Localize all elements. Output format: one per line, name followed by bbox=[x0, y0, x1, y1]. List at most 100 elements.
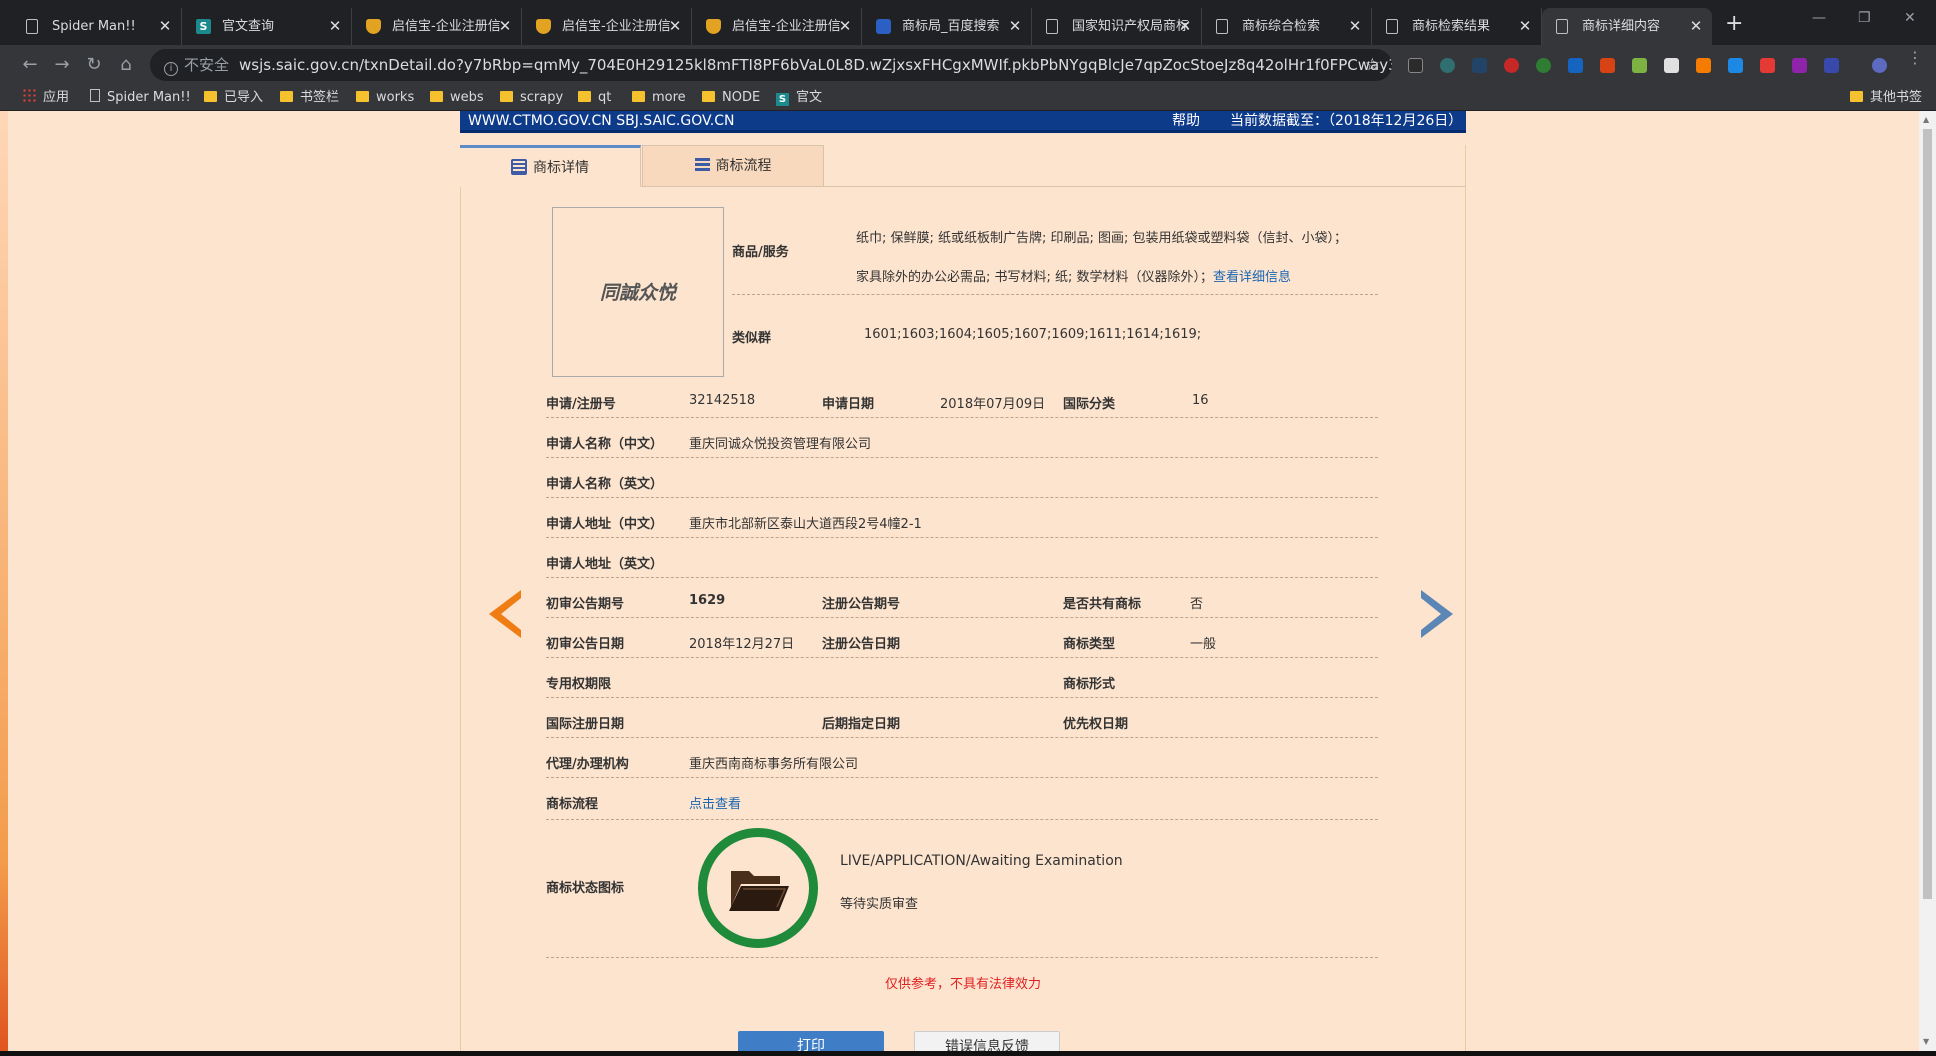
extension-icon[interactable] bbox=[1760, 58, 1775, 73]
bookmark-label: 已导入 bbox=[224, 90, 264, 105]
error-report-button[interactable]: 错误信息反馈 bbox=[914, 1031, 1060, 1051]
bookmark-folder[interactable]: 已导入 bbox=[204, 85, 263, 111]
shield-icon bbox=[706, 19, 721, 34]
restore-icon[interactable]: ❐ bbox=[1858, 10, 1871, 26]
page-viewport: 中 商 中 商 标 中 商 商 标 中 国 中 国 商 标 WWW.CTMO.G… bbox=[8, 111, 1919, 1051]
bookmark-item[interactable]: Spider Man!! bbox=[90, 85, 191, 111]
data-date: 当前数据截至：（2018年12月26日） bbox=[1230, 113, 1463, 129]
help-link[interactable]: 帮助 bbox=[1172, 111, 1200, 131]
folder-icon bbox=[204, 91, 217, 102]
tab-trademark-flow[interactable]: 商标流程 bbox=[642, 145, 824, 187]
folder-icon bbox=[702, 91, 715, 102]
previous-arrow-icon[interactable] bbox=[489, 590, 521, 638]
forward-icon[interactable]: → bbox=[50, 53, 74, 77]
extension-icon[interactable] bbox=[1440, 58, 1455, 73]
bookmark-label: 应用 bbox=[43, 90, 70, 105]
next-arrow-icon[interactable] bbox=[1421, 590, 1453, 638]
goods-list: 纸巾; 保鲜膜; 纸或纸板制广告牌; 印刷品; 图画; 包装用纸袋或塑料袋（信封… bbox=[856, 219, 1376, 297]
shared-label: 是否共有商标 bbox=[1063, 597, 1142, 612]
bookmark-folder[interactable]: NODE bbox=[702, 85, 760, 111]
close-tab-icon[interactable]: ✕ bbox=[1688, 8, 1704, 45]
extension-icon[interactable] bbox=[1536, 58, 1551, 73]
close-tab-icon[interactable]: ✕ bbox=[1347, 8, 1363, 45]
divider bbox=[546, 737, 1378, 738]
close-tab-icon[interactable]: ✕ bbox=[1177, 8, 1193, 45]
scrollbar-thumb[interactable] bbox=[1923, 129, 1932, 899]
home-icon[interactable]: ⌂ bbox=[114, 53, 138, 77]
bookmark-item[interactable]: S 官文 bbox=[776, 85, 822, 111]
shield-icon bbox=[366, 19, 381, 34]
close-tab-icon[interactable]: ✕ bbox=[667, 8, 683, 45]
goods-line: 纸巾; 保鲜膜; 纸或纸板制广告牌; 印刷品; 图画; 包装用纸袋或塑料袋（信封… bbox=[856, 231, 1348, 246]
browser-tab[interactable]: 启信宝-企业注册信 ✕ bbox=[352, 8, 522, 45]
extension-icon[interactable] bbox=[1408, 58, 1423, 73]
bookmark-folder[interactable]: more bbox=[632, 85, 686, 111]
reload-icon[interactable]: ↻ bbox=[82, 53, 106, 77]
browser-tab[interactable]: 国家知识产权局商标 ✕ bbox=[1032, 8, 1202, 45]
reg-no-label: 申请/注册号 bbox=[546, 397, 616, 412]
new-tab-icon[interactable]: + bbox=[1725, 12, 1743, 36]
view-details-link[interactable]: 查看详细信息 bbox=[1213, 270, 1291, 285]
site-header-band: WWW.CTMO.GOV.CN SBJ.SAIC.GOV.CN 帮助 当前数据截… bbox=[460, 111, 1466, 133]
divider bbox=[546, 617, 1378, 618]
bookmark-folder[interactable]: webs bbox=[430, 85, 484, 111]
back-icon[interactable]: ← bbox=[18, 53, 42, 77]
view-flow-link[interactable]: 点击查看 bbox=[689, 793, 741, 812]
scroll-down-icon[interactable]: ▼ bbox=[1923, 1037, 1929, 1046]
browser-tab[interactable]: S 官文查询 ✕ bbox=[182, 8, 352, 45]
extension-icon[interactable] bbox=[1472, 58, 1487, 73]
intl-reg-date-label: 国际注册日期 bbox=[546, 717, 625, 732]
extension-icon[interactable] bbox=[1696, 58, 1711, 73]
bookmark-folder[interactable]: scrapy bbox=[500, 85, 563, 111]
address-bar[interactable]: i 不安全 wsjs.saic.gov.cn/txnDetail.do?y7bRbp… bbox=[150, 49, 1392, 81]
menu-icon[interactable]: ⋮ bbox=[1907, 50, 1923, 66]
close-tab-icon[interactable]: ✕ bbox=[497, 8, 513, 45]
close-tab-icon[interactable]: ✕ bbox=[1517, 8, 1533, 45]
trademark-text: 同誠众悦 bbox=[599, 282, 676, 304]
tm-form-label: 商标形式 bbox=[1063, 677, 1116, 692]
prelim-no-label: 初审公告期号 bbox=[546, 597, 625, 612]
browser-tab[interactable]: 启信宝-企业注册信 ✕ bbox=[522, 8, 692, 45]
browser-tab-active[interactable]: 商标详细内容 ✕ bbox=[1542, 8, 1712, 45]
close-window-icon[interactable]: ✕ bbox=[1904, 10, 1916, 26]
minimize-icon[interactable]: — bbox=[1812, 10, 1826, 26]
bookmark-label: works bbox=[376, 90, 415, 105]
tab-title: 启信宝-企业注册信 bbox=[392, 19, 501, 34]
close-tab-icon[interactable]: ✕ bbox=[1007, 8, 1023, 45]
extension-icon[interactable] bbox=[1728, 58, 1743, 73]
extension-icon[interactable] bbox=[1600, 58, 1615, 73]
close-tab-icon[interactable]: ✕ bbox=[837, 8, 853, 45]
window-bottom-edge bbox=[0, 1051, 1936, 1056]
extension-icon[interactable] bbox=[1504, 58, 1519, 73]
divider bbox=[546, 577, 1378, 578]
browser-tab[interactable]: 商标检索结果 ✕ bbox=[1372, 8, 1542, 45]
extension-icon[interactable] bbox=[1568, 58, 1583, 73]
extension-icon[interactable] bbox=[1632, 58, 1647, 73]
bookmark-folder[interactable]: 书签栏 bbox=[280, 85, 339, 111]
bookmark-label: NODE bbox=[722, 90, 761, 105]
exclusive-period-label: 专用权期限 bbox=[546, 677, 612, 692]
scroll-up-icon[interactable]: ▲ bbox=[1923, 115, 1929, 124]
extension-icon[interactable] bbox=[1792, 58, 1807, 73]
info-icon[interactable]: i bbox=[164, 62, 178, 76]
tab-title: 国家知识产权局商标 bbox=[1072, 19, 1190, 34]
agent-label: 代理/办理机构 bbox=[546, 757, 629, 772]
other-bookmarks[interactable]: 其他书签 bbox=[1850, 85, 1922, 111]
browser-tab[interactable]: 商标综合检索 ✕ bbox=[1202, 8, 1372, 45]
close-tab-icon[interactable]: ✕ bbox=[157, 8, 173, 45]
bookmark-folder[interactable]: qt bbox=[578, 85, 611, 111]
extension-icon[interactable] bbox=[1664, 58, 1679, 73]
bookmark-apps[interactable]: 应用 bbox=[22, 85, 69, 111]
bookmark-star-icon[interactable]: ☆ bbox=[1365, 49, 1380, 81]
tab-trademark-detail[interactable]: 商标详情 bbox=[460, 145, 641, 187]
close-tab-icon[interactable]: ✕ bbox=[327, 8, 343, 45]
bookmark-label: 其他书签 bbox=[1870, 90, 1923, 105]
vertical-scrollbar[interactable]: ▲ ▼ bbox=[1919, 111, 1936, 1051]
bookmark-folder[interactable]: works bbox=[356, 85, 414, 111]
browser-tab[interactable]: Spider Man!! ✕ bbox=[12, 8, 182, 45]
profile-avatar[interactable] bbox=[1872, 58, 1887, 73]
browser-tab[interactable]: 启信宝-企业注册信 ✕ bbox=[692, 8, 862, 45]
extension-icon[interactable] bbox=[1824, 58, 1839, 73]
print-button[interactable]: 打印 bbox=[738, 1031, 884, 1051]
browser-tab[interactable]: 商标局_百度搜索 ✕ bbox=[862, 8, 1032, 45]
